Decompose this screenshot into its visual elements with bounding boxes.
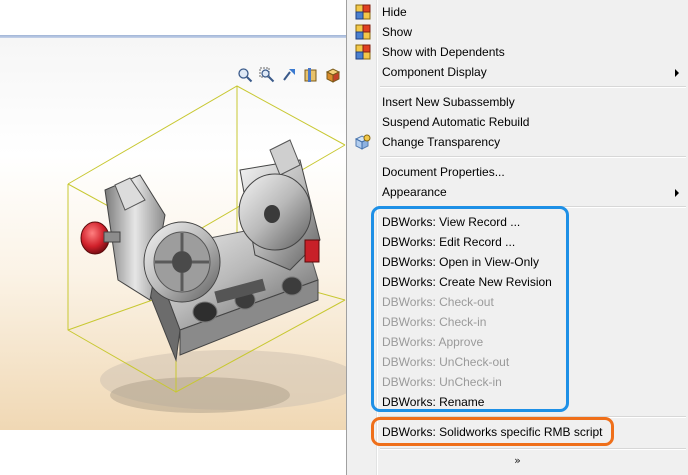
menu-item-label: DBWorks: Solidworks specific RMB script [382, 425, 603, 439]
section-view-icon[interactable] [302, 66, 320, 84]
assembly-model[interactable] [0, 38, 346, 430]
menu-separator [380, 416, 686, 418]
component-icon [355, 24, 371, 40]
menu-item-label: DBWorks: Check-in [382, 315, 487, 329]
menu-item-label: DBWorks: View Record ... [382, 215, 521, 229]
menu-item-dbworks-view-record[interactable]: DBWorks: View Record ... [349, 212, 686, 232]
menu-item-dbworks-edit-record[interactable]: DBWorks: Edit Record ... [349, 232, 686, 252]
menu-item-label: DBWorks: Rename [382, 395, 485, 409]
zoom-to-fit-icon[interactable] [236, 66, 254, 84]
menu-item-dbworks-create-new-revision[interactable]: DBWorks: Create New Revision [349, 272, 686, 292]
zoom-to-area-icon[interactable] [258, 66, 276, 84]
menu-separator [380, 448, 686, 450]
menu-item-label: DBWorks: Check-out [382, 295, 494, 309]
menu-item-dbworks-rmb-script[interactable]: DBWorks: Solidworks specific RMB script [349, 422, 686, 442]
menu-item-suspend-automatic-rebuild[interactable]: Suspend Automatic Rebuild [349, 112, 686, 132]
menu-item-dbworks-check-out: DBWorks: Check-out [349, 292, 686, 312]
menu-item-label: DBWorks: Edit Record ... [382, 235, 516, 249]
submenu-arrow-icon [675, 69, 679, 77]
menu-item-dbworks-approve: DBWorks: Approve [349, 332, 686, 352]
transparency-icon [355, 134, 371, 150]
previous-view-icon[interactable] [280, 66, 298, 84]
heads-up-view-toolbar [236, 66, 342, 88]
menu-item-label: Show [382, 25, 413, 39]
window-top-area [0, 0, 346, 35]
menu-item-dbworks-uncheck-out: DBWorks: UnCheck-out [349, 352, 686, 372]
menu-item-appearance[interactable]: Appearance [349, 182, 686, 202]
menu-separator [380, 206, 686, 208]
menu-item-label: Change Transparency [382, 135, 501, 149]
window-bottom-area [0, 430, 346, 475]
menu-item-insert-new-subassembly[interactable]: Insert New Subassembly [349, 92, 686, 112]
menu-item-label: Hide [382, 5, 407, 19]
expand-menu-chevron-icon[interactable]: » [349, 452, 686, 470]
menu-separator [380, 156, 686, 158]
menu-item-label: DBWorks: Approve [382, 335, 484, 349]
menu-item-label: Component Display [382, 65, 487, 79]
solidworks-window: Hide Show Show with Dependents Component… [0, 0, 688, 475]
submenu-arrow-icon [675, 189, 679, 197]
menu-item-show[interactable]: Show [349, 22, 686, 42]
menu-item-label: DBWorks: Create New Revision [382, 275, 552, 289]
menu-item-component-display[interactable]: Component Display [349, 62, 686, 82]
menu-item-label: Document Properties... [382, 165, 505, 179]
menu-item-label: DBWorks: UnCheck-out [382, 355, 510, 369]
menu-item-change-transparency[interactable]: Change Transparency [349, 132, 686, 152]
menu-separator [380, 86, 686, 88]
menu-item-label: Suspend Automatic Rebuild [382, 115, 530, 129]
menu-item-show-with-dependents[interactable]: Show with Dependents [349, 42, 686, 62]
component-icon [355, 4, 371, 20]
context-menu: Hide Show Show with Dependents Component… [346, 0, 688, 475]
menu-item-label: DBWorks: UnCheck-in [382, 375, 502, 389]
menu-item-dbworks-check-in: DBWorks: Check-in [349, 312, 686, 332]
menu-item-dbworks-open-view-only[interactable]: DBWorks: Open in View-Only [349, 252, 686, 272]
menu-item-label: Show with Dependents [382, 45, 505, 59]
menu-item-dbworks-rename[interactable]: DBWorks: Rename [349, 392, 686, 412]
menu-item-label: Insert New Subassembly [382, 95, 515, 109]
view-orientation-icon[interactable] [324, 66, 342, 84]
menu-item-label: Appearance [382, 185, 447, 199]
graphics-area[interactable] [0, 38, 346, 430]
component-icon [355, 44, 371, 60]
menu-item-label: DBWorks: Open in View-Only [382, 255, 539, 269]
menu-item-dbworks-uncheck-in: DBWorks: UnCheck-in [349, 372, 686, 392]
menu-item-document-properties[interactable]: Document Properties... [349, 162, 686, 182]
menu-item-hide[interactable]: Hide [349, 2, 686, 22]
